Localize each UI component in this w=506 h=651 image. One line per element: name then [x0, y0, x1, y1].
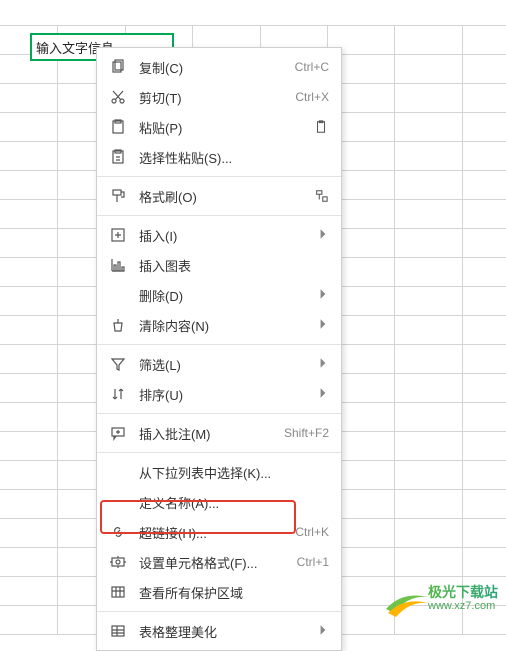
table-beautify-icon	[109, 622, 127, 640]
format-painter-icon	[109, 187, 127, 205]
menu-copy[interactable]: 复制(C) Ctrl+C	[97, 52, 341, 82]
menu-insert-chart-label: 插入图表	[139, 256, 329, 275]
separator	[97, 611, 341, 612]
clipboard-icon	[313, 119, 329, 135]
context-menu: 复制(C) Ctrl+C 剪切(T) Ctrl+X 粘贴(P) 选择性粘贴(S)…	[96, 47, 342, 651]
watermark-url: www.xz7.com	[428, 600, 495, 612]
separator	[97, 344, 341, 345]
menu-clear-label: 清除内容(N)	[139, 316, 311, 335]
menu-paste-special-label: 选择性粘贴(S)...	[139, 148, 329, 167]
menu-format-painter[interactable]: 格式刷(O)	[97, 181, 341, 211]
menu-hyperlink-shortcut: Ctrl+K	[295, 525, 329, 539]
menu-paste[interactable]: 粘贴(P)	[97, 112, 341, 142]
menu-filter[interactable]: 筛选(L)	[97, 349, 341, 379]
menu-sort[interactable]: 排序(U)	[97, 379, 341, 409]
menu-copy-shortcut: Ctrl+C	[295, 60, 329, 74]
menu-format-painter-label: 格式刷(O)	[139, 187, 313, 206]
menu-cell-format[interactable]: 设置单元格格式(F)... Ctrl+1	[97, 547, 341, 577]
watermark-title: 极光下载站	[428, 582, 498, 602]
menu-filter-label: 筛选(L)	[139, 355, 311, 374]
menu-hyperlink[interactable]: 超链接(H)... Ctrl+K	[97, 517, 341, 547]
hyperlink-icon	[109, 523, 127, 541]
paste-icon	[109, 118, 127, 136]
chevron-right-icon	[317, 387, 329, 402]
menu-dropdown-select[interactable]: 从下拉列表中选择(K)...	[97, 457, 341, 487]
menu-insert-label: 插入(I)	[139, 226, 311, 245]
separator	[97, 452, 341, 453]
separator	[97, 176, 341, 177]
menu-cut-label: 剪切(T)	[139, 88, 287, 107]
menu-dropdown-select-label: 从下拉列表中选择(K)...	[139, 463, 329, 482]
chevron-right-icon	[317, 288, 329, 303]
menu-cell-format-label: 设置单元格格式(F)...	[139, 553, 289, 572]
blank-icon	[109, 463, 127, 481]
menu-insert[interactable]: 插入(I)	[97, 220, 341, 250]
menu-table-beautify[interactable]: 表格整理美化	[97, 616, 341, 646]
menu-insert-comment-label: 插入批注(M)	[139, 424, 276, 443]
chevron-right-icon	[317, 318, 329, 333]
menu-sort-label: 排序(U)	[139, 385, 311, 404]
chevron-right-icon	[317, 357, 329, 372]
menu-delete-label: 删除(D)	[139, 286, 311, 305]
separator	[97, 215, 341, 216]
insert-icon	[109, 226, 127, 244]
clear-icon	[109, 316, 127, 334]
menu-table-beautify-label: 表格整理美化	[139, 622, 311, 641]
menu-insert-comment[interactable]: 插入批注(M) Shift+F2	[97, 418, 341, 448]
blank-icon	[109, 286, 127, 304]
menu-delete[interactable]: 删除(D)	[97, 280, 341, 310]
menu-protect-area[interactable]: 查看所有保护区域	[97, 577, 341, 607]
separator	[97, 413, 341, 414]
paste-special-icon	[109, 148, 127, 166]
menu-define-name-label: 定义名称(A)...	[139, 493, 329, 512]
menu-define-name[interactable]: 定义名称(A)...	[97, 487, 341, 517]
chart-icon	[109, 256, 127, 274]
comment-icon	[109, 424, 127, 442]
watermark: 极光下载站 www.xz7.com	[384, 579, 502, 619]
chevron-right-icon	[317, 624, 329, 639]
format-painter-done-icon	[313, 188, 329, 204]
cell-format-icon	[109, 553, 127, 571]
menu-insert-comment-shortcut: Shift+F2	[284, 426, 329, 440]
menu-paste-label: 粘贴(P)	[139, 118, 313, 137]
chevron-right-icon	[317, 228, 329, 243]
menu-paste-special[interactable]: 选择性粘贴(S)...	[97, 142, 341, 172]
blank-icon	[109, 493, 127, 511]
menu-hyperlink-label: 超链接(H)...	[139, 523, 287, 542]
menu-protect-area-label: 查看所有保护区域	[139, 583, 329, 602]
menu-cut-shortcut: Ctrl+X	[295, 90, 329, 104]
watermark-logo-icon	[384, 587, 430, 617]
menu-cell-format-shortcut: Ctrl+1	[297, 555, 329, 569]
copy-icon	[109, 58, 127, 76]
menu-cut[interactable]: 剪切(T) Ctrl+X	[97, 82, 341, 112]
cut-icon	[109, 88, 127, 106]
protect-icon	[109, 583, 127, 601]
menu-clear[interactable]: 清除内容(N)	[97, 310, 341, 340]
sort-icon	[109, 385, 127, 403]
menu-copy-label: 复制(C)	[139, 58, 287, 77]
menu-insert-chart[interactable]: 插入图表	[97, 250, 341, 280]
filter-icon	[109, 355, 127, 373]
